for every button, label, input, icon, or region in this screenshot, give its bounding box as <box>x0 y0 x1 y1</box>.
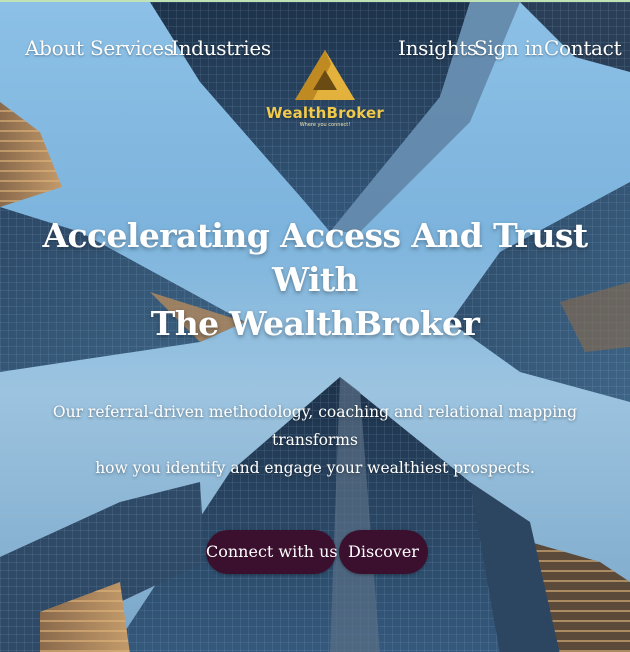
connect-with-us-button[interactable]: Connect with us <box>206 530 338 574</box>
hero-headline: Accelerating Access And Trust With The W… <box>40 214 590 346</box>
nav-link-contact[interactable]: Contact <box>544 36 622 60</box>
nav-link-about[interactable]: About <box>25 36 84 60</box>
nav-link-insights[interactable]: Insights <box>398 36 477 60</box>
triangle-logo-icon <box>295 50 355 100</box>
hero-description-line2: how you identify and engage your wealthi… <box>95 459 535 477</box>
hero-description: Our referral-driven methodology, coachin… <box>40 398 590 482</box>
hero-headline-line2: The WealthBroker <box>150 304 480 343</box>
discover-button[interactable]: Discover <box>339 530 428 574</box>
brand-tagline: Where you connect! <box>299 122 351 128</box>
hero-section: About Services Industries Insights Sign … <box>0 0 630 652</box>
nav-link-industries[interactable]: Industries <box>171 36 271 60</box>
brand-name: WealthBroker <box>266 104 384 122</box>
nav-link-services[interactable]: Services <box>90 36 174 60</box>
hero-headline-line1: Accelerating Access And Trust With <box>42 216 589 299</box>
nav-link-sign-in[interactable]: Sign in <box>474 36 544 60</box>
brand-logo[interactable]: WealthBroker Where you connect! <box>260 48 390 134</box>
hero-description-line1: Our referral-driven methodology, coachin… <box>52 403 578 449</box>
